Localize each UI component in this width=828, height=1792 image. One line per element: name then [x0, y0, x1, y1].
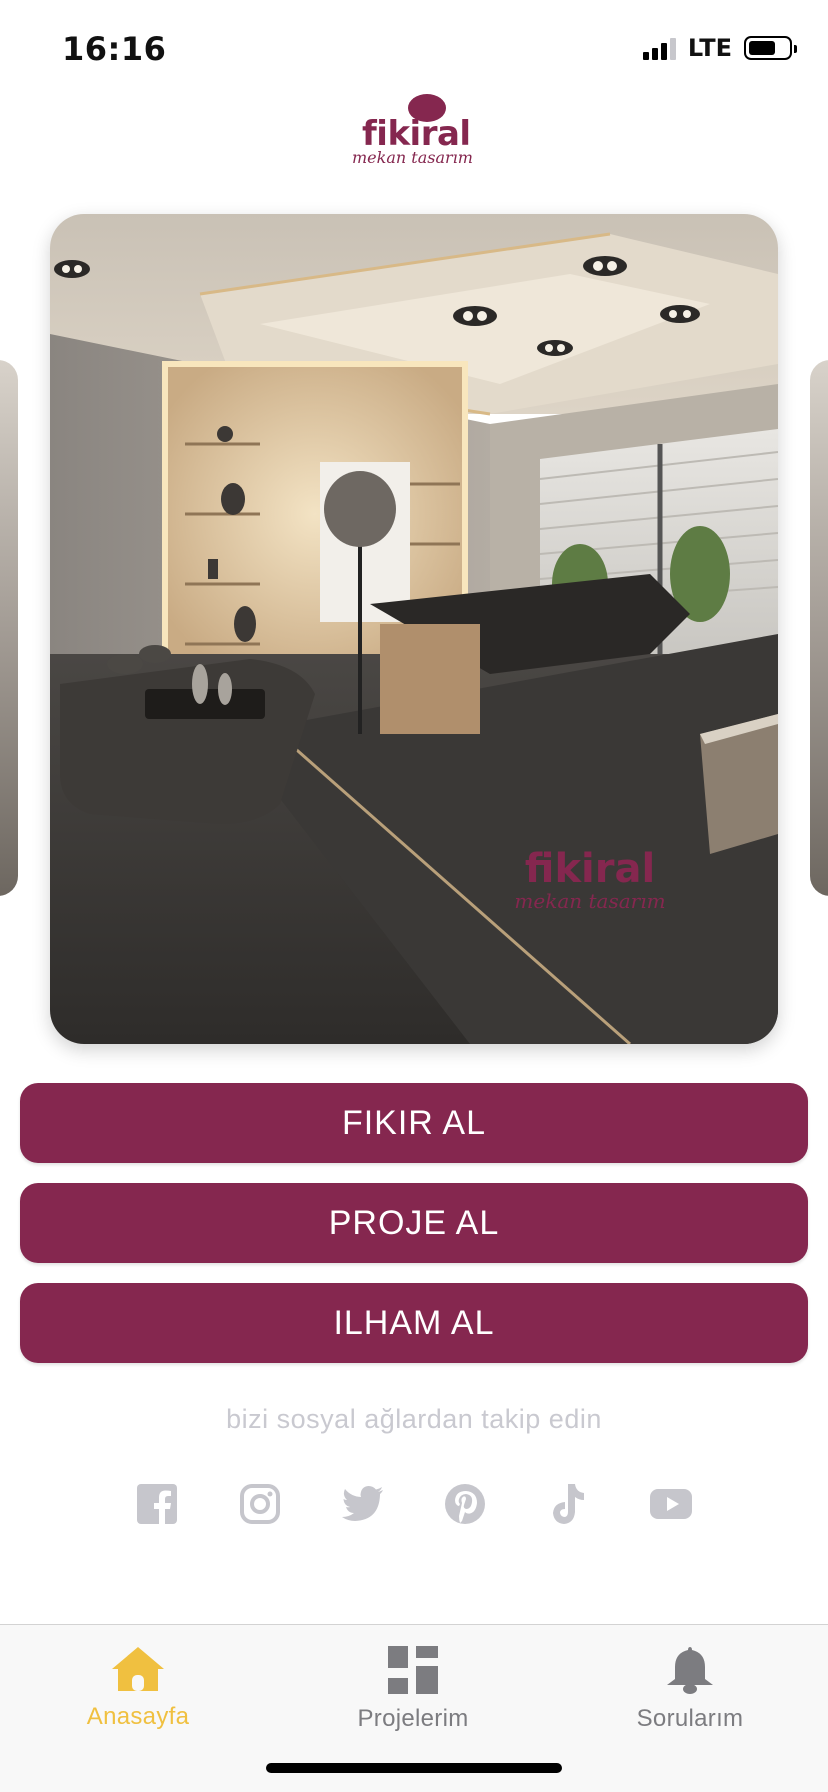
fikir-al-button[interactable]: FIKIR AL	[20, 1083, 808, 1163]
bell-icon	[667, 1647, 713, 1694]
social-follow-text: bizi sosyal ağlardan takip edin	[226, 1404, 602, 1434]
logo-tagline: mekan tasarım	[352, 148, 473, 167]
home-indicator	[266, 1763, 562, 1773]
brand-logo: fikiral mekan tasarım	[340, 92, 490, 172]
carousel-next-card[interactable]	[810, 360, 828, 896]
home-icon	[112, 1647, 164, 1691]
tab-label-sorularim: Sorularım	[636, 1705, 744, 1732]
status-indicators: LTE	[642, 34, 797, 62]
image-watermark: fikiral	[525, 846, 655, 892]
twitter-icon[interactable]	[340, 1481, 386, 1527]
tab-label-anasayfa: Anasayfa	[86, 1703, 190, 1730]
status-time: 16:16	[62, 30, 167, 68]
carousel-prev-card[interactable]	[0, 360, 18, 896]
network-type: LTE	[687, 34, 732, 62]
image-carousel[interactable]: fikiral mekan tasarım	[0, 214, 828, 1044]
pinterest-icon[interactable]	[442, 1481, 488, 1527]
tab-projelerim[interactable]: Projelerim	[313, 1645, 513, 1733]
proje-al-button[interactable]: PROJE AL	[20, 1183, 808, 1263]
battery-icon	[744, 36, 797, 60]
office-interior-image: fikiral mekan tasarım	[50, 214, 778, 1044]
grid-icon	[388, 1646, 438, 1694]
facebook-icon[interactable]	[134, 1481, 180, 1527]
tab-anasayfa[interactable]: Anasayfa	[38, 1645, 238, 1731]
tab-label-projelerim: Projelerim	[357, 1705, 469, 1732]
signal-icon	[642, 36, 676, 60]
image-watermark-tagline: mekan tasarım	[514, 889, 665, 913]
social-links	[134, 1480, 694, 1528]
carousel-current-image[interactable]: fikiral mekan tasarım	[50, 214, 778, 1044]
ilham-al-button[interactable]: ILHAM AL	[20, 1283, 808, 1363]
tiktok-icon[interactable]	[545, 1481, 591, 1527]
status-bar: 16:16 LTE	[0, 0, 828, 96]
youtube-icon[interactable]	[648, 1481, 694, 1527]
instagram-icon[interactable]	[237, 1481, 283, 1527]
tab-sorularim[interactable]: Sorularım	[590, 1645, 790, 1733]
